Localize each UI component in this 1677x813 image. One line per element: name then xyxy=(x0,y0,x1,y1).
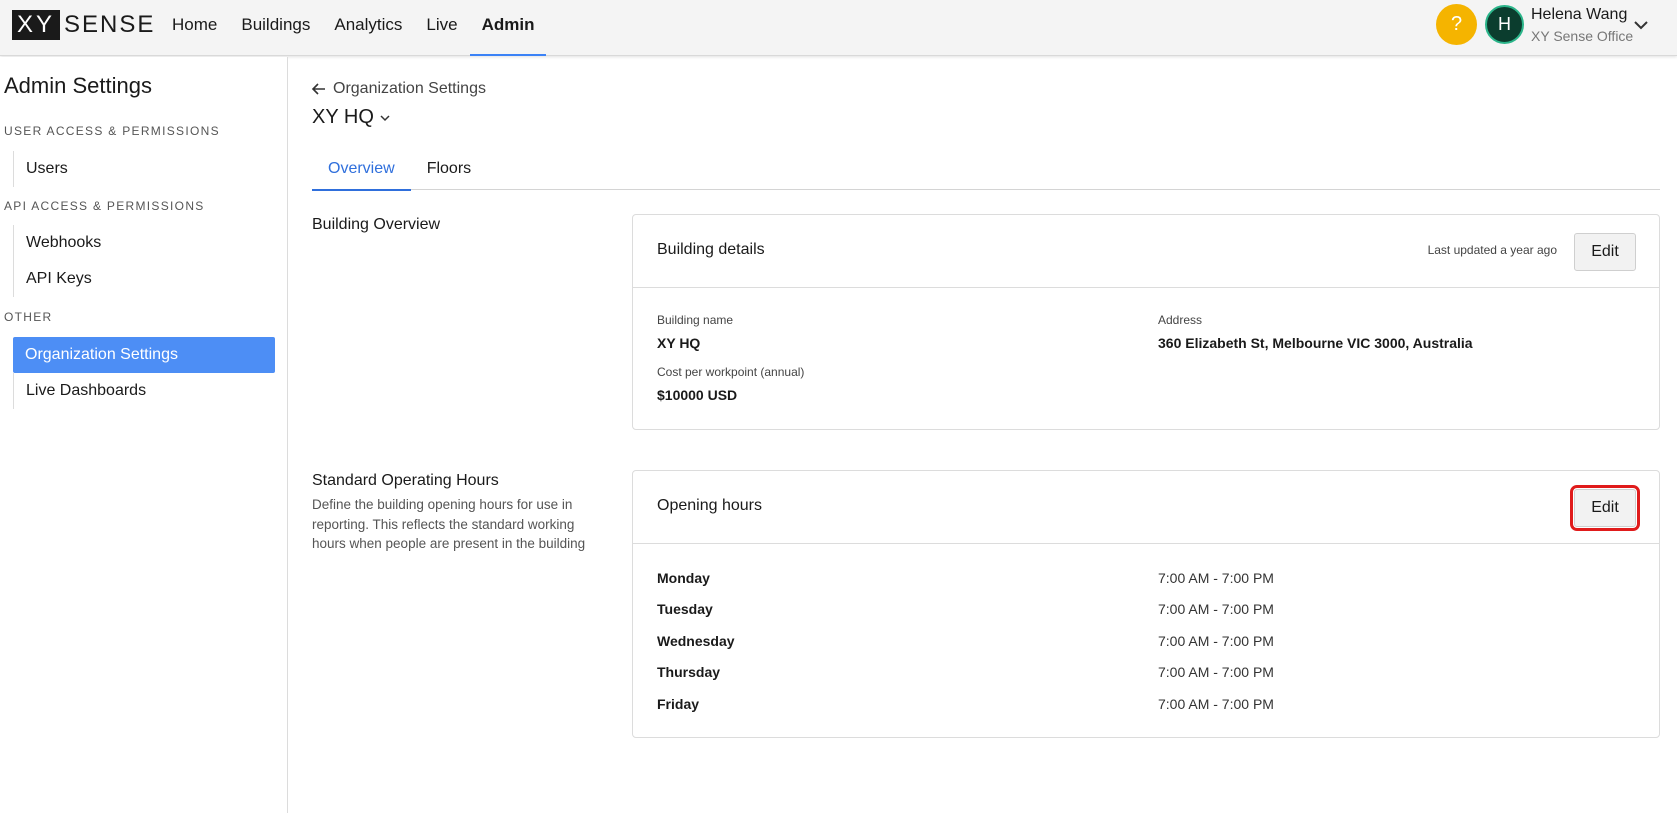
hours-time: 7:00 AM - 7:00 PM xyxy=(1158,601,1274,617)
building-name-label: Building name xyxy=(657,313,734,327)
admin-sidebar: Admin Settings USER ACCESS & PERMISSIONS… xyxy=(0,57,288,813)
cost-value: $10000 USD xyxy=(657,387,738,403)
hours-row: Monday 7:00 AM - 7:00 PM xyxy=(657,570,1637,590)
logo-sense-text: SENSE xyxy=(64,11,156,38)
opening-hours-title: Opening hours xyxy=(657,497,762,514)
hours-time: 7:00 AM - 7:00 PM xyxy=(1158,696,1274,712)
chevron-down-icon xyxy=(380,114,390,121)
hours-day: Wednesday xyxy=(657,633,735,649)
sidebar-section-other: OTHER xyxy=(4,310,53,324)
building-name-value: XY HQ xyxy=(657,335,701,351)
operating-hours-description: Define the building opening hours for us… xyxy=(312,497,586,551)
building-tabs: Overview Floors xyxy=(312,152,1660,191)
hours-time: 7:00 AM - 7:00 PM xyxy=(1158,633,1274,649)
hours-day: Tuesday xyxy=(657,601,713,617)
top-navigation-bar: XY SENSE Home Buildings Analytics Live A… xyxy=(0,0,1677,56)
nav-admin[interactable]: Admin xyxy=(469,0,547,56)
opening-hours-header: Opening hours Edit xyxy=(633,471,1659,544)
address-value: 360 Elizabeth St, Melbourne VIC 3000, Au… xyxy=(1158,335,1473,351)
nav-buildings[interactable]: Buildings xyxy=(229,0,322,56)
opening-hours-card: Opening hours Edit Monday 7:00 AM - 7:00… xyxy=(632,470,1660,738)
hours-time: 7:00 AM - 7:00 PM xyxy=(1158,570,1274,586)
sidebar-item-organization-settings[interactable]: Organization Settings xyxy=(13,337,275,373)
operating-hours-title: Standard Operating Hours xyxy=(312,472,499,489)
address-label: Address xyxy=(1158,313,1203,327)
cost-label: Cost per workpoint (annual) xyxy=(657,365,805,379)
hours-day: Friday xyxy=(657,696,700,712)
sidebar-section-api-access: API ACCESS & PERMISSIONS xyxy=(4,199,205,213)
building-details-title: Building details xyxy=(657,241,765,258)
sidebar-item-live-dashboards[interactable]: Live Dashboards xyxy=(13,373,275,409)
sidebar-item-users[interactable]: Users xyxy=(13,151,275,187)
logo-xy-text: XY xyxy=(12,10,61,40)
last-updated-text: Last updated a year ago xyxy=(1427,243,1557,257)
building-select-value: XY HQ xyxy=(312,106,374,128)
nav-home[interactable]: Home xyxy=(160,0,229,56)
building-overview-title: Building Overview xyxy=(312,216,441,233)
avatar[interactable]: H xyxy=(1485,5,1524,44)
chevron-down-icon[interactable] xyxy=(1632,16,1650,34)
sidebar-section-user-access: USER ACCESS & PERMISSIONS xyxy=(4,124,220,138)
hours-day: Monday xyxy=(657,570,710,586)
tab-overview[interactable]: Overview xyxy=(312,152,411,191)
hours-row: Thursday 7:00 AM - 7:00 PM xyxy=(657,664,1637,684)
sidebar-item-webhooks[interactable]: Webhooks xyxy=(13,225,275,261)
main-nav: Home Buildings Analytics Live Admin xyxy=(160,0,547,56)
arrow-left-icon xyxy=(311,83,325,95)
hours-row: Friday 7:00 AM - 7:00 PM xyxy=(657,696,1637,716)
nav-live[interactable]: Live xyxy=(414,0,469,56)
hours-row: Tuesday 7:00 AM - 7:00 PM xyxy=(657,601,1637,621)
hours-row: Wednesday 7:00 AM - 7:00 PM xyxy=(657,633,1637,653)
user-name: Helena Wang xyxy=(1531,6,1628,23)
sidebar-item-api-keys[interactable]: API Keys xyxy=(13,261,275,297)
hours-day: Thursday xyxy=(657,664,721,680)
building-details-card: Building details Last updated a year ago… xyxy=(632,214,1660,430)
hours-time: 7:00 AM - 7:00 PM xyxy=(1158,664,1274,680)
xy-sense-logo[interactable]: XY SENSE xyxy=(12,10,155,40)
edit-opening-hours-button[interactable]: Edit xyxy=(1570,485,1640,531)
building-details-header: Building details Last updated a year ago… xyxy=(633,215,1659,288)
tab-floors[interactable]: Floors xyxy=(411,152,487,190)
building-select[interactable]: XY HQ xyxy=(312,106,391,129)
sidebar-title: Admin Settings xyxy=(4,73,152,98)
edit-building-details-button[interactable]: Edit xyxy=(1574,233,1636,271)
back-link[interactable]: Organization Settings xyxy=(311,80,486,98)
nav-analytics[interactable]: Analytics xyxy=(322,0,414,56)
back-link-label: Organization Settings xyxy=(333,80,486,97)
user-org: XY Sense Office xyxy=(1531,28,1634,44)
help-button[interactable]: ? xyxy=(1436,4,1477,45)
